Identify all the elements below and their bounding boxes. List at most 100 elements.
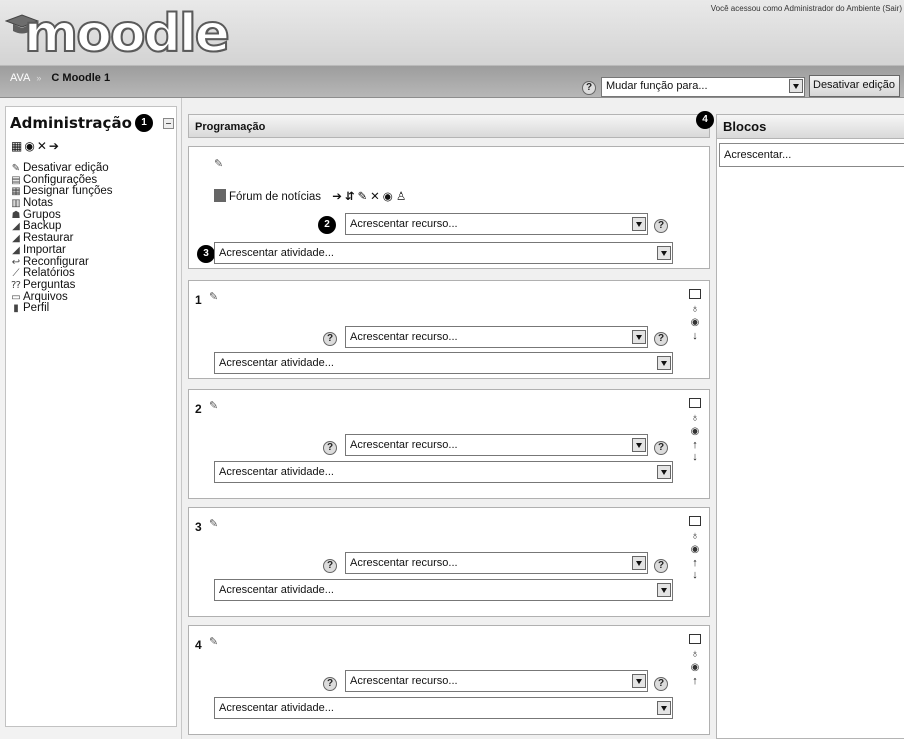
chevron-down-icon[interactable]	[632, 330, 646, 344]
add-resource-select[interactable]: Acrescentar recurso...	[345, 213, 648, 235]
profile-icon: ▮	[13, 303, 19, 315]
callout-badge-1: 1	[135, 114, 153, 132]
pencil-icon[interactable]: ✎	[209, 635, 218, 648]
block-controls: ▦◉✕➔	[11, 139, 61, 153]
highlight-icon[interactable]: ♁	[687, 303, 703, 317]
chevron-down-icon[interactable]	[789, 79, 803, 93]
chevron-down-icon[interactable]	[657, 246, 671, 260]
chevron-down-icon[interactable]	[632, 674, 646, 688]
help-icon[interactable]: ?	[323, 677, 337, 691]
move-up-icon[interactable]: ↑	[687, 676, 703, 688]
move-icon[interactable]: ➔	[49, 139, 61, 153]
toggle-edit-button[interactable]: Desativar edição	[809, 75, 900, 97]
add-block-select[interactable]: Acrescentar...	[719, 143, 904, 167]
admin-item-perfil[interactable]: ▮ Perfil	[9, 302, 113, 314]
add-activity-select[interactable]: Acrescentar atividade...	[214, 697, 673, 719]
callout-badge-2: 2	[318, 216, 336, 234]
collapse-icon[interactable]	[163, 118, 174, 129]
breadcrumb-course: C Moodle 1	[51, 72, 111, 84]
right-column: 4 Blocos Acrescentar...	[696, 98, 904, 739]
highlight-icon[interactable]: ♁	[687, 412, 703, 426]
move-down-icon[interactable]: ↓	[687, 331, 703, 343]
chevron-down-icon[interactable]	[657, 583, 671, 597]
chevron-down-icon[interactable]	[632, 217, 646, 231]
moodle-logo[interactable]: moodle	[23, 3, 231, 65]
help-icon[interactable]: ?	[323, 441, 337, 455]
section-4: 4 ✎ ? Acrescentar recurso... ? Acrescent…	[188, 625, 710, 735]
show-only-section-icon[interactable]	[689, 634, 701, 644]
admin-menu: ✎ Desativar edição ▤ Configurações ▦ Design…	[9, 162, 113, 314]
section-number: 1	[195, 293, 202, 307]
help-icon[interactable]: ?	[582, 81, 596, 95]
breadcrumb: AVA » C Moodle 1	[10, 72, 110, 84]
add-resource-select[interactable]: Acrescentar recurso...	[345, 552, 648, 574]
highlight-icon[interactable]: ♁	[687, 530, 703, 544]
admin-item-reconfigurar[interactable]: ↩ Reconfigurar	[9, 256, 113, 268]
highlight-icon[interactable]: ♁	[687, 648, 703, 662]
move-down-icon[interactable]: ↓	[687, 570, 703, 582]
show-only-section-icon[interactable]	[689, 516, 701, 526]
admin-item-designar-funcoes[interactable]: ▦ Designar funções	[9, 185, 112, 197]
section-number: 4	[195, 638, 202, 652]
add-activity-select[interactable]: Acrescentar atividade...	[214, 579, 673, 601]
eye-icon[interactable]: ◉	[24, 139, 36, 153]
help-icon[interactable]: ?	[654, 677, 668, 691]
admin-item-arquivos[interactable]: ▭ Arquivos	[9, 291, 113, 303]
admin-item-configuracoes[interactable]: ▤ Configurações	[9, 174, 113, 186]
show-only-section-icon[interactable]	[689, 398, 701, 408]
forum-link[interactable]: Fórum de notícias	[229, 191, 321, 203]
section-title: Programação	[188, 114, 710, 138]
section-controls: ♁ ◉ ↑ ↓	[687, 516, 703, 582]
eye-icon[interactable]: ◉	[687, 662, 703, 676]
add-resource-select[interactable]: Acrescentar recurso...	[345, 326, 648, 348]
chevron-down-icon[interactable]	[657, 701, 671, 715]
delete-icon[interactable]: ✕	[37, 139, 49, 153]
help-icon[interactable]: ?	[654, 441, 668, 455]
roles-icon[interactable]: ▦	[11, 139, 24, 153]
admin-item-grupos[interactable]: ☗ Grupos	[9, 209, 113, 221]
chevron-down-icon[interactable]	[657, 465, 671, 479]
chevron-down-icon[interactable]	[632, 556, 646, 570]
admin-item-desativar-edicao[interactable]: ✎ Desativar edição	[9, 162, 113, 174]
section-1: 1 ✎ ? Acrescentar recurso... ? Acrescent…	[188, 280, 710, 379]
section-controls: ♁ ◉ ↑	[687, 634, 703, 688]
help-icon[interactable]: ?	[654, 219, 668, 233]
pencil-icon[interactable]: ✎	[214, 157, 223, 170]
section-0: ✎ Fórum de notícias ➔⇵✎✕◉♙ 2 Acrescentar…	[188, 146, 710, 269]
chevron-down-icon[interactable]	[657, 356, 671, 370]
left-column: Administração 1 ▦◉✕➔ ✎ Desativar edição ▤…	[0, 98, 182, 739]
admin-item-relatorios[interactable]: ⟋ Relatórios	[9, 267, 113, 279]
add-activity-select[interactable]: Acrescentar atividade...	[214, 461, 673, 483]
add-activity-select[interactable]: Acrescentar atividade...	[214, 242, 673, 264]
admin-block: Administração 1 ▦◉✕➔ ✎ Desativar edição ▤…	[5, 106, 177, 727]
help-icon[interactable]: ?	[654, 559, 668, 573]
admin-item-restaurar[interactable]: ◢ Restaurar	[9, 232, 113, 244]
add-resource-select[interactable]: Acrescentar recurso...	[345, 434, 648, 456]
role-switch-select[interactable]: Mudar função para...	[601, 77, 805, 97]
pencil-icon[interactable]: ✎	[209, 517, 218, 530]
admin-item-notas[interactable]: ▥ Notas	[9, 197, 113, 209]
admin-item-importar[interactable]: ◢ Importar	[9, 244, 113, 256]
chevron-down-icon[interactable]	[632, 438, 646, 452]
add-resource-select[interactable]: Acrescentar recurso...	[345, 670, 648, 692]
pencil-icon[interactable]: ✎	[209, 399, 218, 412]
add-activity-select[interactable]: Acrescentar atividade...	[214, 352, 673, 374]
forum-icon	[214, 189, 226, 202]
admin-item-backup[interactable]: ◢ Backup	[9, 220, 113, 232]
section-controls: ♁ ◉ ↓	[687, 289, 703, 343]
eye-icon[interactable]: ◉	[687, 426, 703, 440]
help-icon[interactable]: ?	[654, 332, 668, 346]
eye-icon[interactable]: ◉	[687, 317, 703, 331]
section-controls: ♁ ◉ ↑ ↓	[687, 398, 703, 464]
breadcrumb-home[interactable]: AVA	[10, 72, 30, 84]
pencil-icon[interactable]: ✎	[209, 290, 218, 303]
login-info[interactable]: Você acessou como Administrador do Ambie…	[711, 4, 902, 13]
help-icon[interactable]: ?	[323, 332, 337, 346]
role-switch-value: Mudar função para...	[606, 80, 708, 92]
help-icon[interactable]: ?	[323, 559, 337, 573]
activity-controls[interactable]: ➔⇵✎✕◉♙	[332, 191, 409, 203]
move-down-icon[interactable]: ↓	[687, 452, 703, 464]
eye-icon[interactable]: ◉	[687, 544, 703, 558]
admin-item-perguntas[interactable]: ⁇ Perguntas	[9, 279, 113, 291]
show-only-section-icon[interactable]	[689, 289, 701, 299]
